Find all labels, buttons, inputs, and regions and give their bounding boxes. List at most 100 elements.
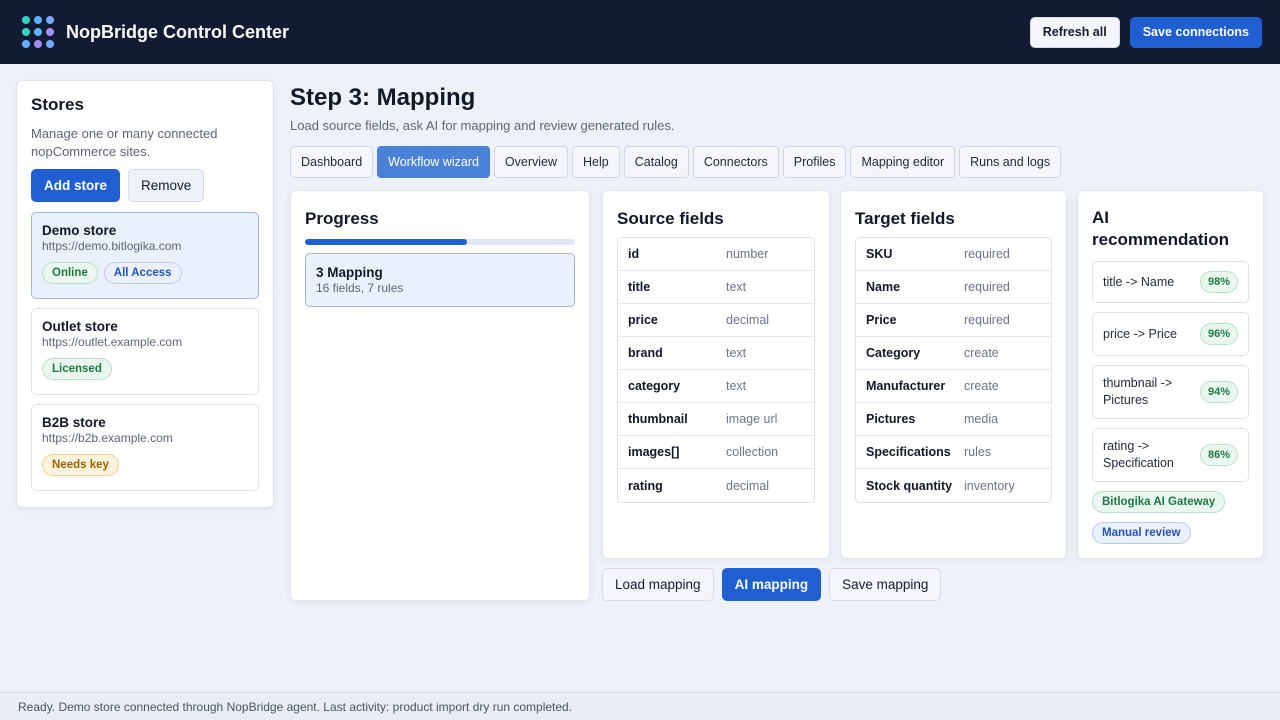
tab-overview[interactable]: Overview — [493, 146, 569, 178]
tab-help[interactable]: Help — [572, 146, 620, 178]
field-name: thumbnail — [628, 412, 688, 426]
table-row[interactable]: Manufacturer create — [856, 370, 1051, 403]
store-card-outlet[interactable]: Outlet store https://outlet.example.com … — [31, 308, 259, 395]
field-type: decimal — [726, 313, 770, 327]
field-name: SKU — [866, 247, 893, 261]
save-mapping-button[interactable]: Save mapping — [829, 568, 942, 601]
table-row[interactable]: category text — [618, 370, 814, 403]
table-row[interactable]: thumbnail image url — [618, 403, 814, 436]
tab-bar: Dashboard Workflow wizard Overview Help … — [290, 146, 1062, 178]
table-row[interactable]: Price required — [856, 304, 1051, 337]
recommendation-item[interactable]: title -> Name 98% — [1092, 261, 1249, 303]
field-type: required — [964, 313, 1010, 327]
confidence-badge: 94% — [1199, 381, 1238, 403]
field-name: id — [628, 247, 640, 261]
table-row[interactable]: Specifications rules — [856, 436, 1051, 469]
page-subtitle: Load source fields, ask AI for mapping a… — [290, 118, 675, 133]
field-type: media — [964, 412, 999, 426]
progress-panel: Progress 3 Mapping 16 fields, 7 rules — [290, 190, 590, 601]
table-row[interactable]: Pictures media — [856, 403, 1051, 436]
tab-workflow-wizard[interactable]: Workflow wizard — [377, 146, 490, 178]
stores-panel: Stores Manage one or many connected nopC… — [16, 80, 274, 508]
tab-runs-and-logs[interactable]: Runs and logs — [959, 146, 1062, 178]
target-fields-panel: Target fields SKU required Name required P… — [840, 190, 1067, 559]
ai-recommendation-panel: AI recommendation title -> Name 98% pric… — [1077, 190, 1264, 559]
recommendation-text: price -> Price — [1103, 326, 1177, 341]
field-type: decimal — [726, 478, 770, 493]
ai-mapping-button[interactable]: AI mapping — [721, 568, 822, 601]
field-type: required — [964, 247, 1010, 261]
gateway-badge: Bitlogika AI Gateway — [1092, 491, 1226, 513]
source-fields-table: id number title text price decimal brand tex… — [617, 237, 815, 503]
field-type: inventory — [964, 478, 1015, 493]
manual-review-badge: Manual review — [1092, 522, 1191, 544]
mapping-actions: Load mapping AI mapping Save mapping — [602, 568, 942, 601]
table-row[interactable]: Name required — [856, 271, 1051, 304]
progress-bar-fill — [305, 239, 467, 245]
status-bar: Ready. Demo store connected through NopB… — [0, 692, 1280, 720]
field-type: text — [726, 379, 747, 393]
source-fields-title: Source fields — [617, 209, 724, 228]
field-name: Category — [866, 346, 921, 360]
store-url: https://b2b.example.com — [42, 431, 173, 445]
recommendation-text: title -> Name — [1103, 274, 1175, 289]
recommendation-item[interactable]: rating -> Specification 86% — [1092, 428, 1249, 482]
confidence-badge: 86% — [1199, 444, 1238, 466]
table-row[interactable]: SKU required — [856, 238, 1051, 271]
refresh-all-button[interactable]: Refresh all — [1029, 16, 1120, 48]
field-name: Name — [866, 280, 901, 294]
table-row[interactable]: rating decimal — [618, 469, 814, 502]
table-row[interactable]: title text — [618, 271, 814, 304]
confidence-badge: 96% — [1199, 323, 1238, 345]
step-title: 3 Mapping — [316, 265, 383, 280]
load-mapping-button[interactable]: Load mapping — [602, 568, 714, 601]
add-store-button[interactable]: Add store — [31, 169, 121, 202]
store-name: B2B store — [42, 415, 106, 430]
current-step-card[interactable]: 3 Mapping 16 fields, 7 rules — [305, 253, 575, 307]
tab-catalog[interactable]: Catalog — [623, 146, 689, 178]
table-row[interactable]: Stock quantity inventory — [856, 469, 1051, 502]
field-type: image url — [726, 412, 778, 426]
remove-store-button[interactable]: Remove — [128, 169, 205, 202]
target-fields-title: Target fields — [855, 209, 955, 228]
target-fields-table: SKU required Name required Price required C… — [855, 237, 1052, 503]
field-type: collection — [726, 445, 779, 459]
recommendation-item[interactable]: price -> Price 96% — [1092, 312, 1249, 356]
field-name: rating — [628, 478, 663, 493]
save-connections-button[interactable]: Save connections — [1129, 16, 1262, 48]
table-row[interactable]: price decimal — [618, 304, 814, 337]
table-row[interactable]: brand text — [618, 337, 814, 370]
store-card-b2b[interactable]: B2B store https://b2b.example.com Needs … — [31, 404, 259, 491]
store-name: Demo store — [42, 223, 117, 238]
ai-recommendation-title: AI recommendation — [1092, 208, 1229, 249]
field-type: text — [726, 346, 747, 360]
store-url: https://outlet.example.com — [42, 335, 183, 349]
progress-title: Progress — [305, 209, 379, 228]
field-type: text — [726, 280, 747, 294]
tab-profiles[interactable]: Profiles — [782, 146, 847, 178]
source-fields-panel: Source fields id number title text price de… — [602, 190, 830, 559]
tab-mapping-editor[interactable]: Mapping editor — [850, 146, 956, 178]
field-name: brand — [628, 346, 663, 360]
field-name: Stock quantity — [866, 478, 953, 493]
table-row[interactable]: images[] collection — [618, 436, 814, 469]
stores-description: Manage one or many connected nopCommerce… — [31, 126, 218, 159]
tab-connectors[interactable]: Connectors — [692, 146, 779, 178]
app-title: NopBridge Control Center — [66, 21, 289, 42]
field-type: number — [726, 247, 769, 261]
store-url: https://demo.bitlogika.com — [42, 239, 182, 253]
store-name: Outlet store — [42, 319, 118, 334]
field-name: Price — [866, 313, 897, 327]
tab-dashboard[interactable]: Dashboard — [290, 146, 374, 178]
recommendation-text: thumbnail -> Pictures — [1103, 376, 1173, 407]
top-bar: NopBridge Control Center Refresh all Sav… — [0, 0, 1280, 64]
app-logo-icon — [22, 16, 54, 48]
table-row[interactable]: Category create — [856, 337, 1051, 370]
field-name: Manufacturer — [866, 379, 946, 393]
recommendation-text: rating -> Specification — [1103, 439, 1174, 470]
table-row[interactable]: id number — [618, 238, 814, 271]
field-name: category — [628, 379, 681, 393]
store-card-demo[interactable]: Demo store https://demo.bitlogika.com On… — [31, 212, 259, 299]
recommendation-item[interactable]: thumbnail -> Pictures 94% — [1092, 365, 1249, 419]
step-detail: 16 fields, 7 rules — [316, 281, 404, 295]
